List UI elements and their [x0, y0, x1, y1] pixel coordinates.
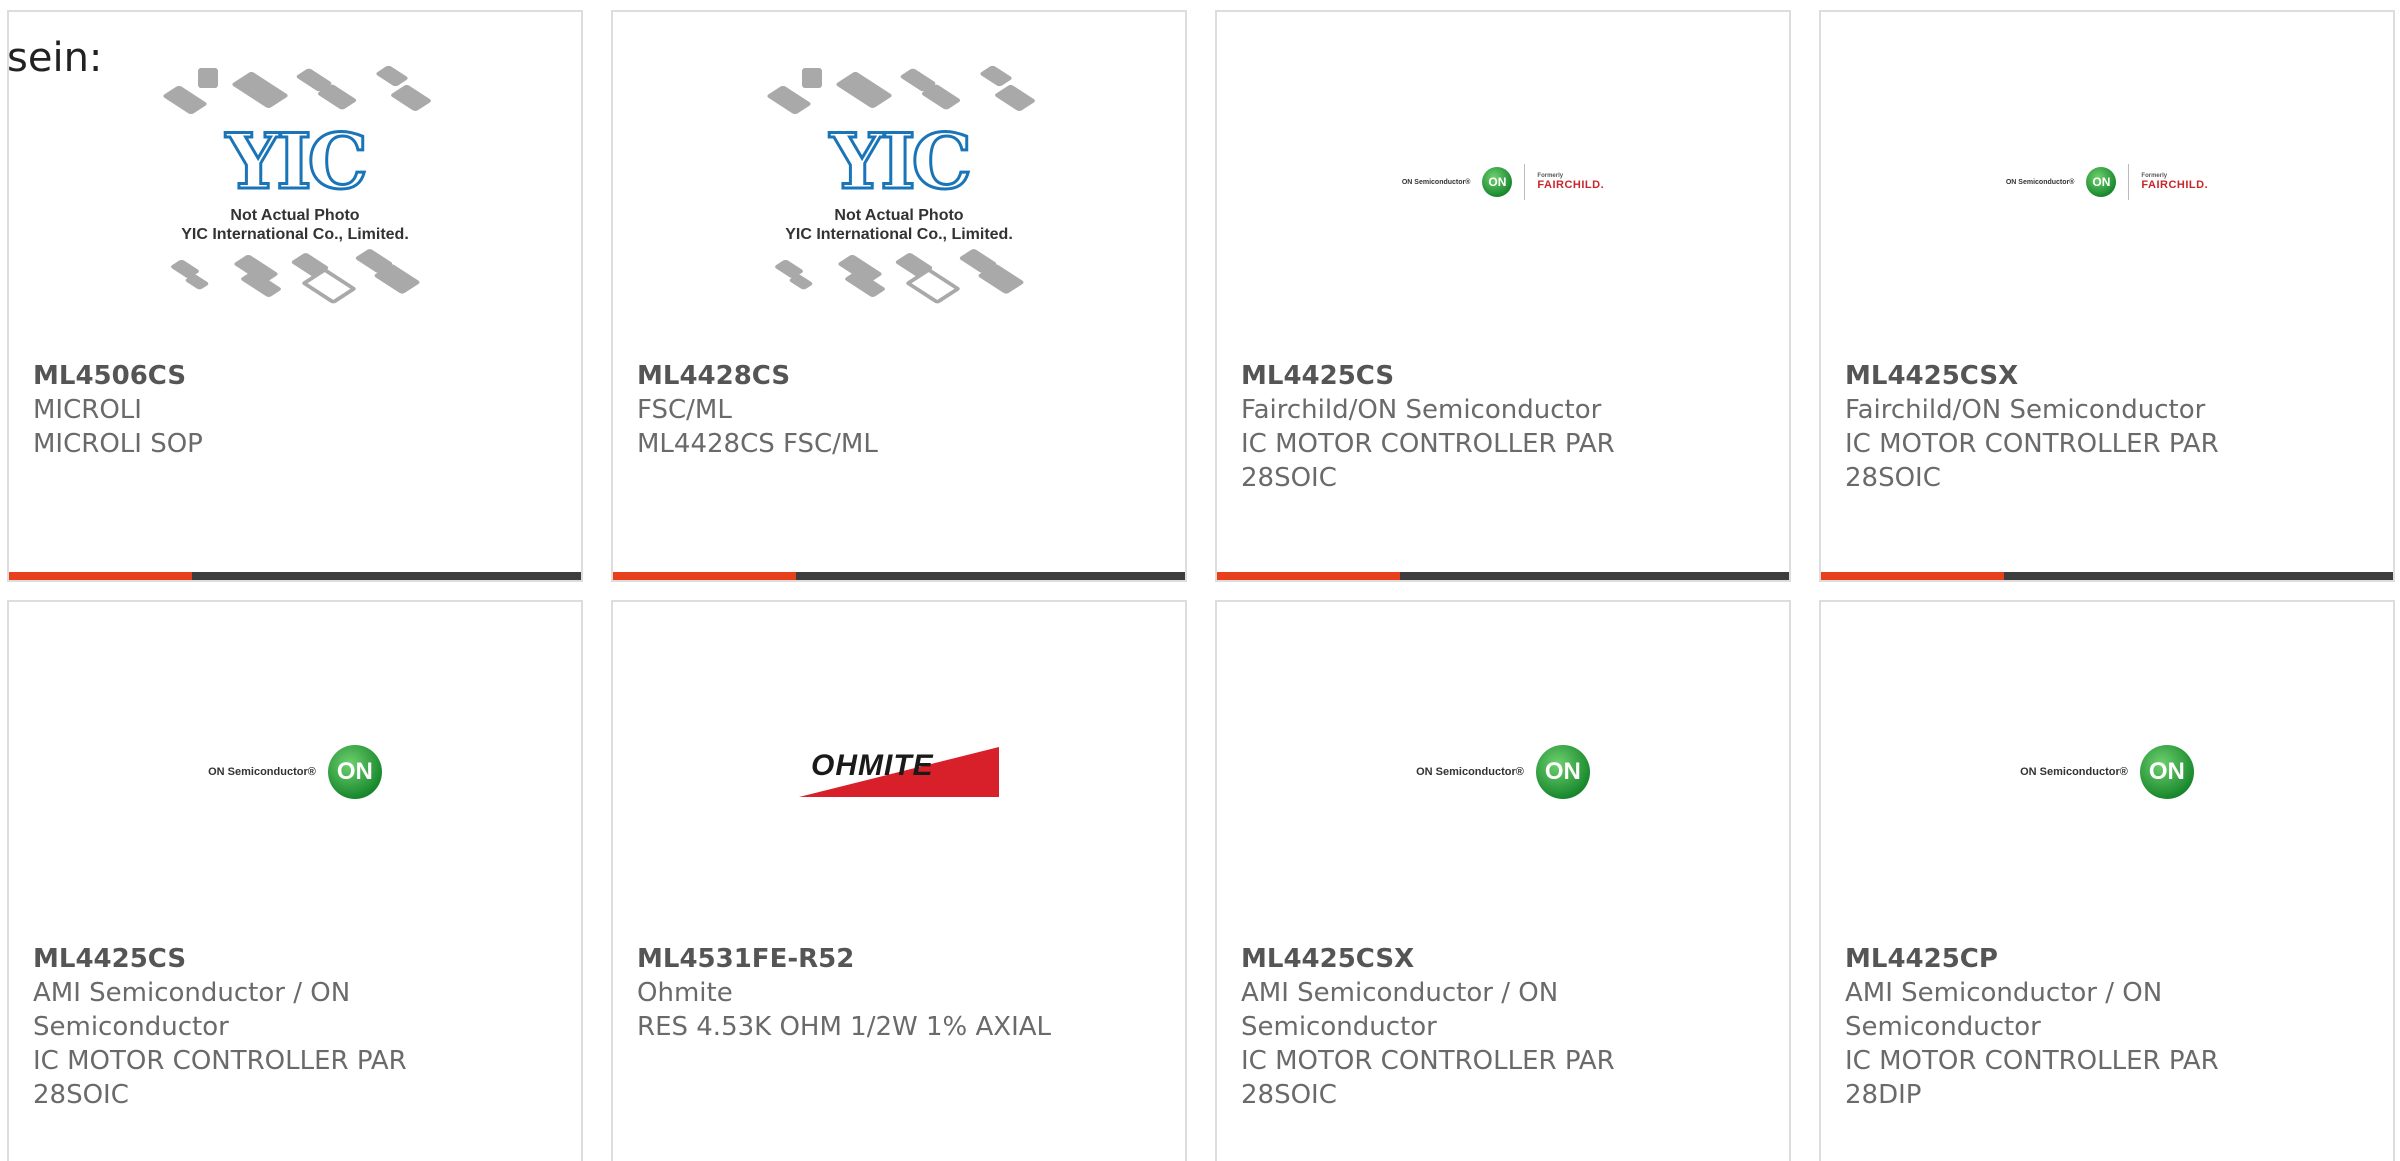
manufacturer: FSC/ML — [637, 395, 732, 425]
product-info: ML4425CSX Fairchild/ON Semiconductor IC … — [1845, 359, 2369, 495]
on-logo-icon: ON — [2086, 167, 2117, 197]
manufacturer: AMI Semiconductor / ON Semiconductor — [33, 978, 351, 1042]
ohmite-logo: OHMITE — [799, 747, 999, 797]
on-logo-icon: ON — [1482, 167, 1513, 197]
card-bottom-bar — [1217, 572, 1789, 580]
description: MICROLI SOP — [33, 429, 203, 459]
not-actual-photo-placeholder: YIC Not Actual Photo YIC International C… — [764, 62, 1037, 305]
yic-logo: YIC — [828, 117, 973, 206]
placeholder-caption: Not Actual Photo YIC International Co., … — [181, 207, 409, 243]
on-fairchild-logo: ON Semiconductor® ON Formerly FAIRCHILD. — [1402, 164, 1604, 200]
manufacturer: Ohmite — [637, 978, 733, 1008]
product-image[interactable]: ON Semiconductor® ON — [1821, 602, 2393, 942]
description: ML4428CS FSC/ML — [637, 429, 878, 459]
product-card[interactable]: ON Semiconductor® ON ML4425CSX AMI Semic… — [1215, 600, 1791, 1161]
manufacturer: AMI Semiconductor / ON Semiconductor — [1845, 978, 2163, 1042]
part-number[interactable]: ML4425CS — [1241, 359, 1765, 393]
product-card[interactable]: ON Semiconductor® ON Formerly FAIRCHILD.… — [1215, 10, 1791, 582]
product-card[interactable]: ON Semiconductor® ON Formerly FAIRCHILD.… — [1819, 10, 2395, 582]
product-info: ML4425CSX AMI Semiconductor / ON Semicon… — [1241, 942, 1765, 1112]
product-image[interactable]: ON Semiconductor® ON — [1217, 602, 1789, 942]
on-fairchild-logo: ON Semiconductor® ON Formerly FAIRCHILD. — [2006, 164, 2208, 200]
manufacturer: MICROLI — [33, 395, 142, 425]
product-card[interactable]: YIC Not Actual Photo YIC International C… — [611, 10, 1187, 582]
description: IC MOTOR CONTROLLER PAR 28SOIC — [1845, 429, 2219, 493]
on-semiconductor-logo: ON Semiconductor® ON — [2020, 745, 2194, 799]
product-card[interactable]: ON Semiconductor® ON ML4425CP AMI Semico… — [1819, 600, 2395, 1161]
part-number[interactable]: ML4425CSX — [1845, 359, 2369, 393]
product-card[interactable]: OHMITE ML4531FE-R52 Ohmite RES 4.53K OHM… — [611, 600, 1187, 1161]
manufacturer: Fairchild/ON Semiconductor — [1845, 395, 2206, 425]
part-number[interactable]: ML4425CSX — [1241, 942, 1765, 976]
yic-logo: YIC — [224, 117, 369, 206]
fairchild-logo: Formerly FAIRCHILD. — [1537, 173, 1605, 191]
card-bottom-bar — [613, 572, 1185, 580]
description: RES 4.53K OHM 1/2W 1% AXIAL — [637, 1012, 1052, 1042]
product-grid-page: sein: YIC Not Actual Photo YIC Internati… — [0, 0, 2400, 1161]
on-logo-icon: ON — [327, 745, 382, 799]
product-card[interactable]: ON Semiconductor® ON ML4425CS AMI Semico… — [7, 600, 583, 1161]
on-semiconductor-logo: ON Semiconductor® ON — [208, 745, 382, 799]
product-info: ML4428CS FSC/ML ML4428CS FSC/ML — [637, 359, 1161, 461]
description: IC MOTOR CONTROLLER PAR 28SOIC — [33, 1046, 407, 1110]
product-info: ML4425CS Fairchild/ON Semiconductor IC M… — [1241, 359, 1765, 495]
description: IC MOTOR CONTROLLER PAR 28SOIC — [1241, 1046, 1615, 1110]
description: IC MOTOR CONTROLLER PAR 28SOIC — [1241, 429, 1615, 493]
card-bottom-bar — [9, 572, 581, 580]
product-image[interactable]: ON Semiconductor® ON Formerly FAIRCHILD. — [1217, 12, 1789, 352]
product-image[interactable]: YIC Not Actual Photo YIC International C… — [613, 12, 1185, 352]
product-info: ML4425CS AMI Semiconductor / ON Semicond… — [33, 942, 557, 1112]
fairchild-logo: Formerly FAIRCHILD. — [2141, 173, 2209, 191]
on-semiconductor-logo: ON Semiconductor® ON — [1416, 745, 1590, 799]
product-card[interactable]: YIC Not Actual Photo YIC International C… — [7, 10, 583, 582]
part-number[interactable]: ML4428CS — [637, 359, 1161, 393]
description: IC MOTOR CONTROLLER PAR 28DIP — [1845, 1046, 2219, 1110]
on-logo-icon: ON — [1535, 745, 1590, 799]
part-number[interactable]: ML4531FE-R52 — [637, 942, 1161, 976]
manufacturer: AMI Semiconductor / ON Semiconductor — [1241, 978, 1559, 1042]
lead-text: sein: — [7, 35, 103, 81]
card-bottom-bar — [1821, 572, 2393, 580]
manufacturer: Fairchild/ON Semiconductor — [1241, 395, 1602, 425]
product-info: ML4506CS MICROLI MICROLI SOP — [33, 359, 557, 461]
product-info: ML4425CP AMI Semiconductor / ON Semicond… — [1845, 942, 2369, 1112]
not-actual-photo-placeholder: YIC Not Actual Photo YIC International C… — [160, 62, 433, 305]
placeholder-caption: Not Actual Photo YIC International Co., … — [785, 207, 1013, 243]
product-image[interactable]: OHMITE — [613, 602, 1185, 942]
part-number[interactable]: ML4506CS — [33, 359, 557, 393]
product-info: ML4531FE-R52 Ohmite RES 4.53K OHM 1/2W 1… — [637, 942, 1161, 1044]
product-image[interactable]: ON Semiconductor® ON Formerly FAIRCHILD. — [1821, 12, 2393, 352]
part-number[interactable]: ML4425CS — [33, 942, 557, 976]
part-number[interactable]: ML4425CP — [1845, 942, 2369, 976]
product-image[interactable]: ON Semiconductor® ON — [9, 602, 581, 942]
on-logo-icon: ON — [2139, 745, 2194, 799]
